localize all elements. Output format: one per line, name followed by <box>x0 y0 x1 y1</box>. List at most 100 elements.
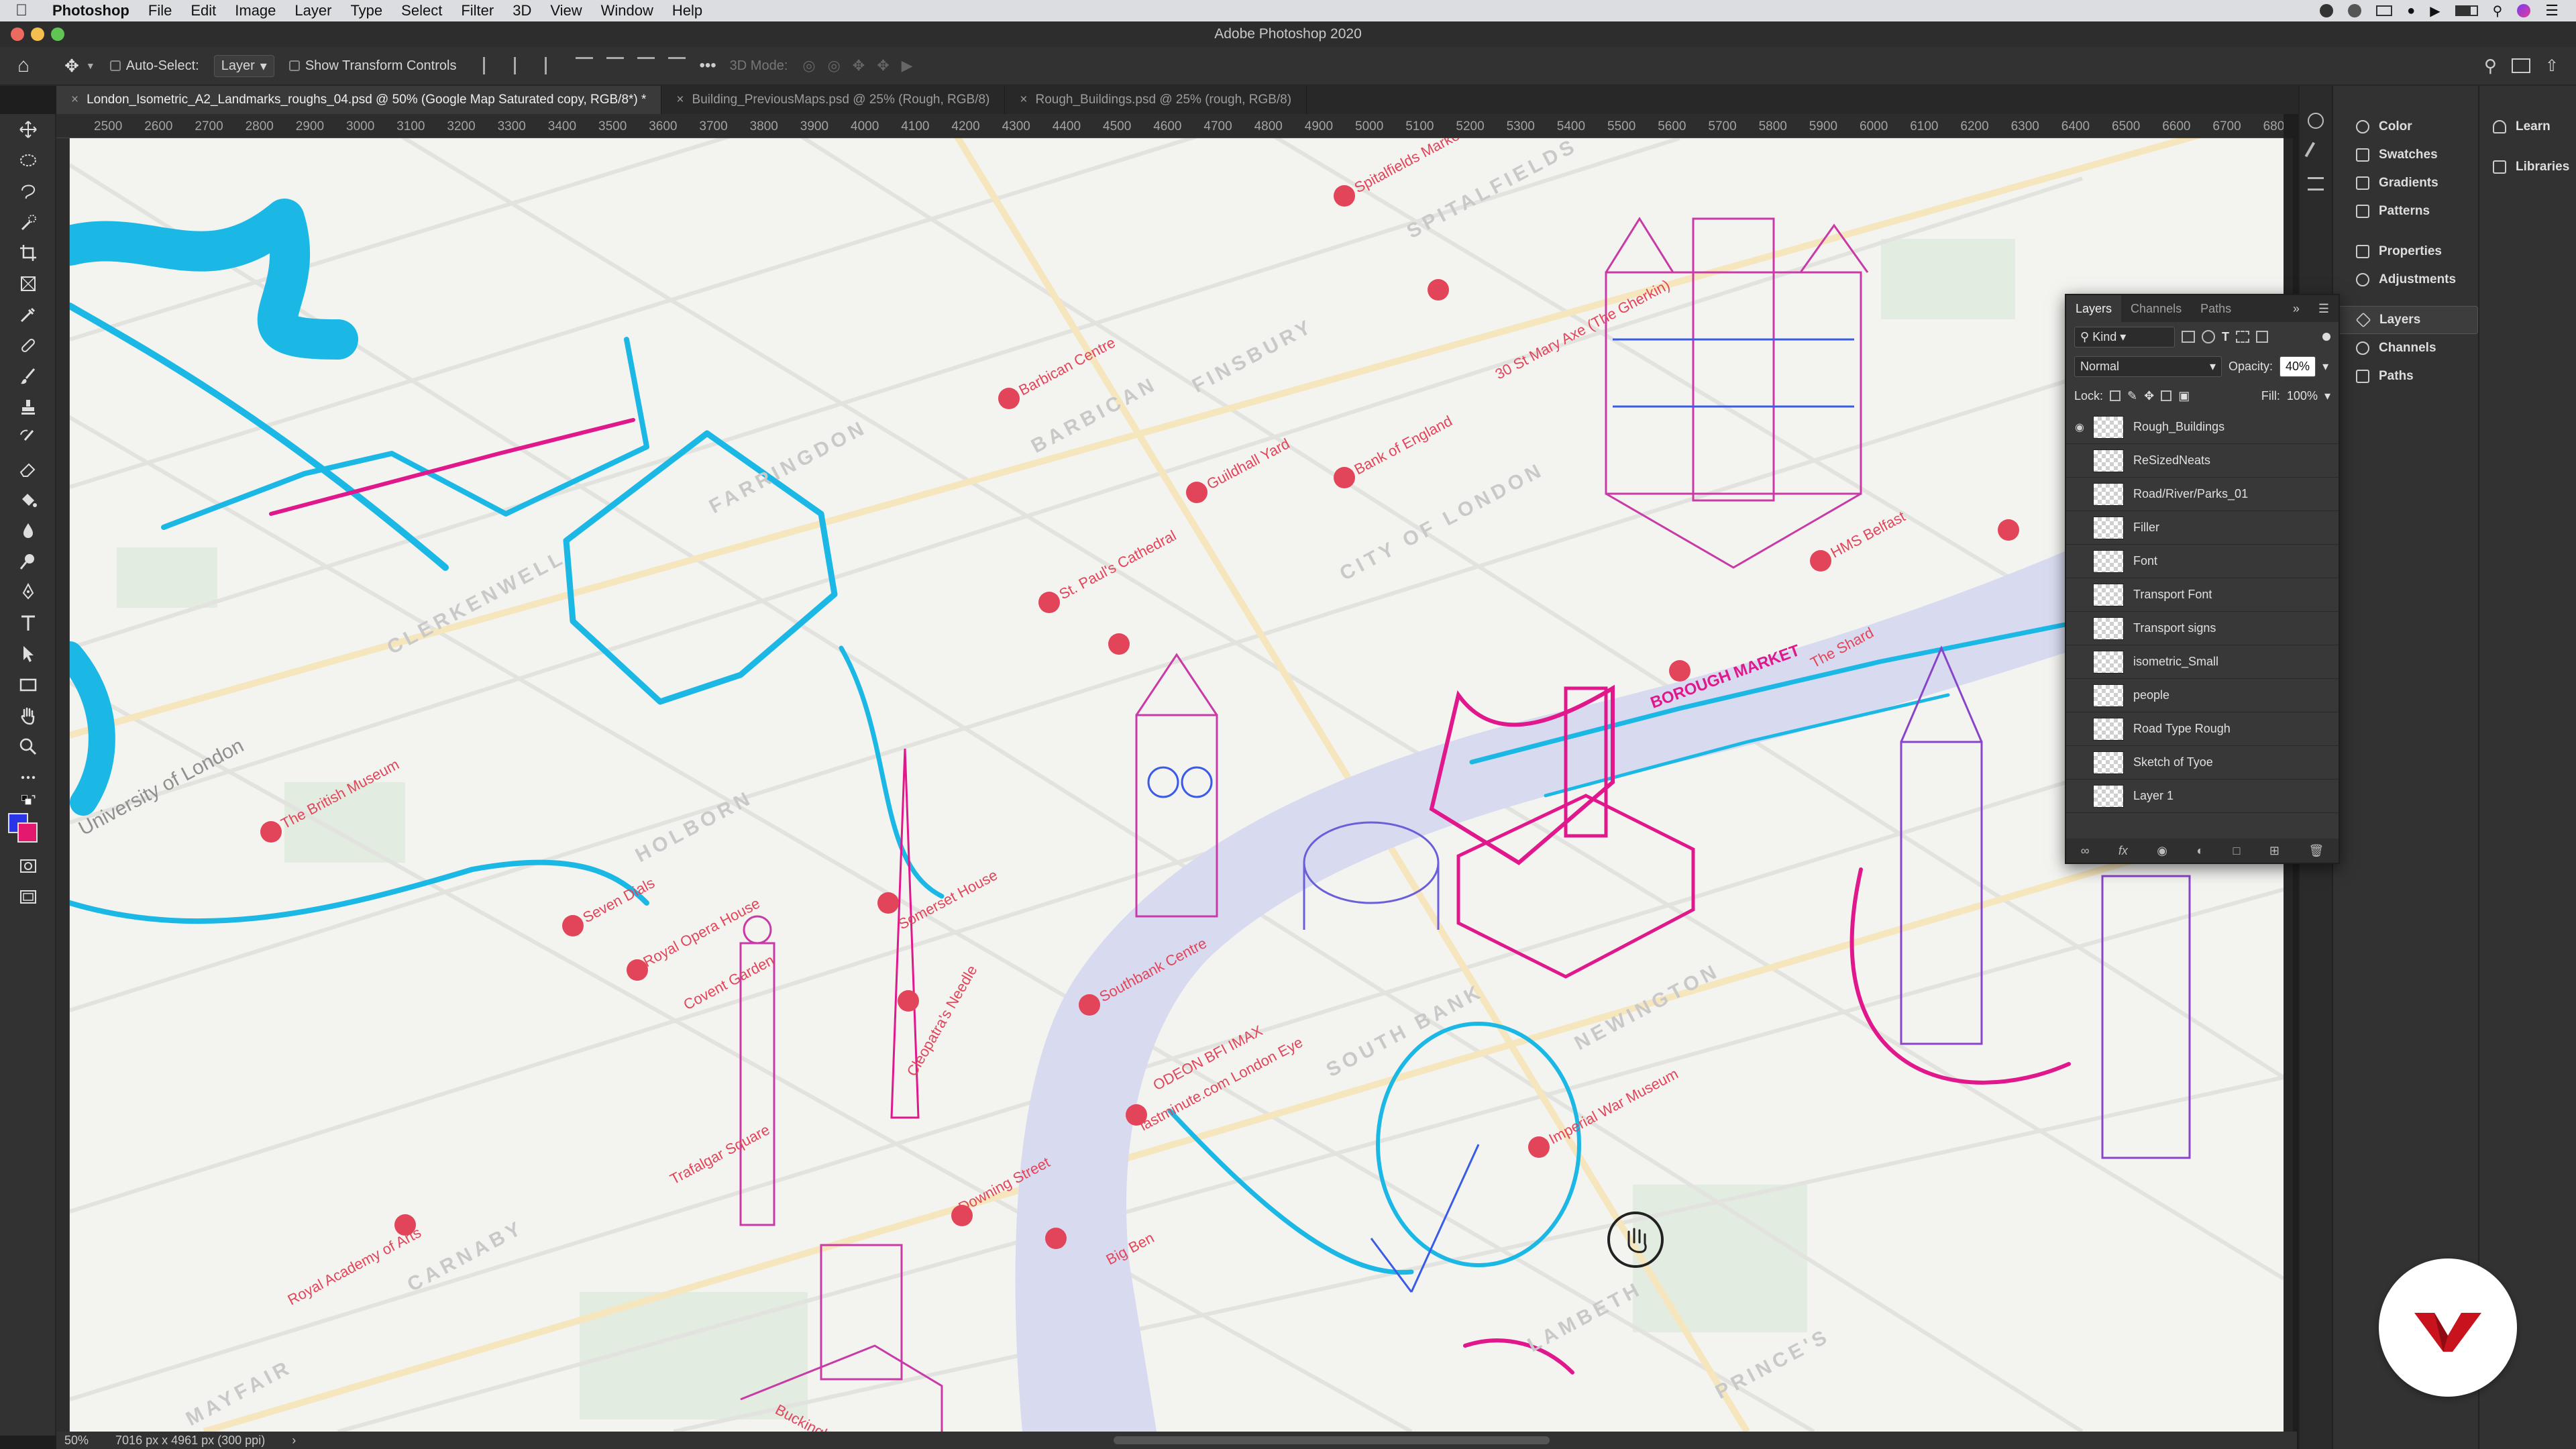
blur-tool[interactable] <box>0 515 56 546</box>
filter-adjustment-icon[interactable] <box>2202 330 2215 343</box>
tab-channels[interactable]: Channels <box>2121 295 2191 322</box>
panel-adjustments[interactable]: Adjustments <box>2333 266 2478 294</box>
align-right-icon[interactable] <box>545 57 562 74</box>
marquee-tool[interactable] <box>0 145 56 176</box>
tab-document-1[interactable]: × London_Isometric_A2_Landmarks_roughs_04… <box>56 86 662 114</box>
display-icon[interactable] <box>2376 5 2393 16</box>
delete-layer-icon[interactable]: 🗑 <box>2308 844 2324 858</box>
fx-icon[interactable]: fx <box>2118 844 2128 858</box>
lasso-tool[interactable] <box>0 176 56 207</box>
blend-mode-dropdown[interactable]: Normal ▾ <box>2074 356 2222 377</box>
new-layer-icon[interactable]: ⊞ <box>2269 844 2279 858</box>
filter-toggle-icon[interactable] <box>2322 333 2330 341</box>
healing-brush-tool[interactable] <box>0 330 56 361</box>
layer-row[interactable]: Layer 1 <box>2066 780 2339 813</box>
layer-row[interactable]: isometric_Small <box>2066 645 2339 679</box>
eraser-tool[interactable] <box>0 453 56 484</box>
quick-select-tool[interactable] <box>0 207 56 237</box>
chevron-right-icon[interactable]: › <box>292 1432 296 1449</box>
history-brush-tool[interactable] <box>0 423 56 453</box>
clone-stamp-tool[interactable] <box>0 392 56 423</box>
move-tool-icon[interactable]: ✥ <box>64 56 79 76</box>
new-adjustment-icon[interactable]: ◐ <box>2196 844 2204 858</box>
menu-image[interactable]: Image <box>225 2 285 19</box>
menu-select[interactable]: Select <box>392 2 451 19</box>
align-top-icon[interactable] <box>576 57 594 74</box>
menu-3d[interactable]: 3D <box>503 2 541 19</box>
panel-gradients[interactable]: Gradients <box>2333 169 2478 197</box>
filter-type-icon[interactable]: T <box>2222 330 2229 344</box>
frame-tool[interactable] <box>0 268 56 299</box>
horizontal-scrollbar-thumb[interactable] <box>1114 1436 1550 1444</box>
pen-tool[interactable] <box>0 577 56 608</box>
panel-swatches[interactable]: Swatches <box>2333 141 2478 169</box>
fill-dropdown-icon[interactable]: ▾ <box>2324 389 2330 403</box>
layer-row[interactable]: Road Type Rough <box>2066 712 2339 746</box>
distribute-icon[interactable] <box>668 57 686 74</box>
tab-document-3[interactable]: × Rough_Buildings.psd @ 25% (rough, RGB/8… <box>1005 86 1307 114</box>
panel-properties[interactable]: Properties <box>2333 237 2478 266</box>
menu-layer[interactable]: Layer <box>285 2 341 19</box>
zoom-tool[interactable] <box>0 731 56 762</box>
search-icon[interactable]: ⚲ <box>2493 3 2503 19</box>
hand-tool[interactable] <box>0 700 56 731</box>
layer-row[interactable]: Road/River/Parks_01 <box>2066 478 2339 511</box>
close-window-button[interactable] <box>11 28 24 41</box>
align-center-icon[interactable] <box>514 57 531 74</box>
volume-icon[interactable]: ▶ <box>2430 3 2440 19</box>
close-tab-icon[interactable]: × <box>1020 93 1027 107</box>
minimize-window-button[interactable] <box>31 28 44 41</box>
lock-all-icon[interactable]: ▣ <box>2178 389 2190 403</box>
layer-row[interactable]: ReSizedNeats <box>2066 444 2339 478</box>
tab-layers[interactable]: Layers <box>2066 295 2122 322</box>
opacity-dropdown-icon[interactable]: ▾ <box>2322 360 2328 374</box>
tab-document-2[interactable]: × Building_PreviousMaps.psd @ 25% (Rough,… <box>661 86 1006 114</box>
lock-artboard-icon[interactable] <box>2161 390 2172 401</box>
panel-learn[interactable]: Learn <box>2479 113 2576 141</box>
menu-type[interactable]: Type <box>341 2 392 19</box>
search-icon[interactable]: ⚲ <box>2484 56 2497 76</box>
zoom-level[interactable]: 50% <box>64 1432 89 1449</box>
layer-row[interactable]: Font <box>2066 545 2339 578</box>
history-icon[interactable] <box>2308 113 2324 129</box>
adjustment-sliders-icon[interactable] <box>2308 177 2324 191</box>
background-color[interactable] <box>17 822 38 843</box>
eyedropper-tool[interactable] <box>0 299 56 330</box>
menu-help[interactable]: Help <box>663 2 712 19</box>
align-middle-icon[interactable] <box>606 57 625 74</box>
workspace-icon[interactable] <box>2511 58 2530 73</box>
add-mask-icon[interactable]: ◉ <box>2157 844 2167 858</box>
home-icon[interactable]: ⌂ <box>17 54 30 77</box>
record-icon[interactable] <box>2320 4 2334 17</box>
tool-preset-dropdown[interactable]: ▼ <box>86 60 95 71</box>
apple-icon[interactable]:  <box>0 1 43 20</box>
layer-row[interactable]: Filler <box>2066 511 2339 545</box>
layer-row[interactable]: Transport signs <box>2066 612 2339 645</box>
panel-layers[interactable]: Layers <box>2333 306 2478 334</box>
panel-paths[interactable]: Paths <box>2333 362 2478 390</box>
crop-tool[interactable] <box>0 237 56 268</box>
panel-channels[interactable]: Channels <box>2333 334 2478 362</box>
menu-view[interactable]: View <box>541 2 591 19</box>
menu-filter[interactable]: Filter <box>451 2 503 19</box>
auto-select-checkbox[interactable] <box>109 60 121 71</box>
type-tool[interactable] <box>0 608 56 639</box>
align-bottom-icon[interactable] <box>637 57 655 74</box>
menu-app-name[interactable]: Photoshop <box>43 2 139 19</box>
filter-kind-dropdown[interactable]: ⚲ Kind ▾ <box>2074 326 2175 347</box>
align-left-icon[interactable] <box>483 57 500 74</box>
share-icon[interactable]: ⇧ <box>2545 56 2559 76</box>
path-selection-tool[interactable] <box>0 639 56 669</box>
opacity-input[interactable]: 40% <box>2279 356 2316 377</box>
menu-edit[interactable]: Edit <box>181 2 225 19</box>
show-transform-checkbox[interactable] <box>288 60 300 71</box>
panel-libraries[interactable]: Libraries <box>2479 153 2576 181</box>
layer-row[interactable]: Sketch of Tyoe <box>2066 746 2339 780</box>
panel-patterns[interactable]: Patterns <box>2333 197 2478 225</box>
brush-tool[interactable] <box>0 361 56 392</box>
lock-position-icon[interactable]: ✥ <box>2144 389 2154 403</box>
document-canvas[interactable]: FARRINGDON BARBICAN CITY OF LONDON SOUTH… <box>70 138 2284 1432</box>
filter-shape-icon[interactable] <box>2236 331 2249 343</box>
link-layers-icon[interactable]: ∞ <box>2081 844 2090 858</box>
rectangle-tool[interactable] <box>0 669 56 700</box>
